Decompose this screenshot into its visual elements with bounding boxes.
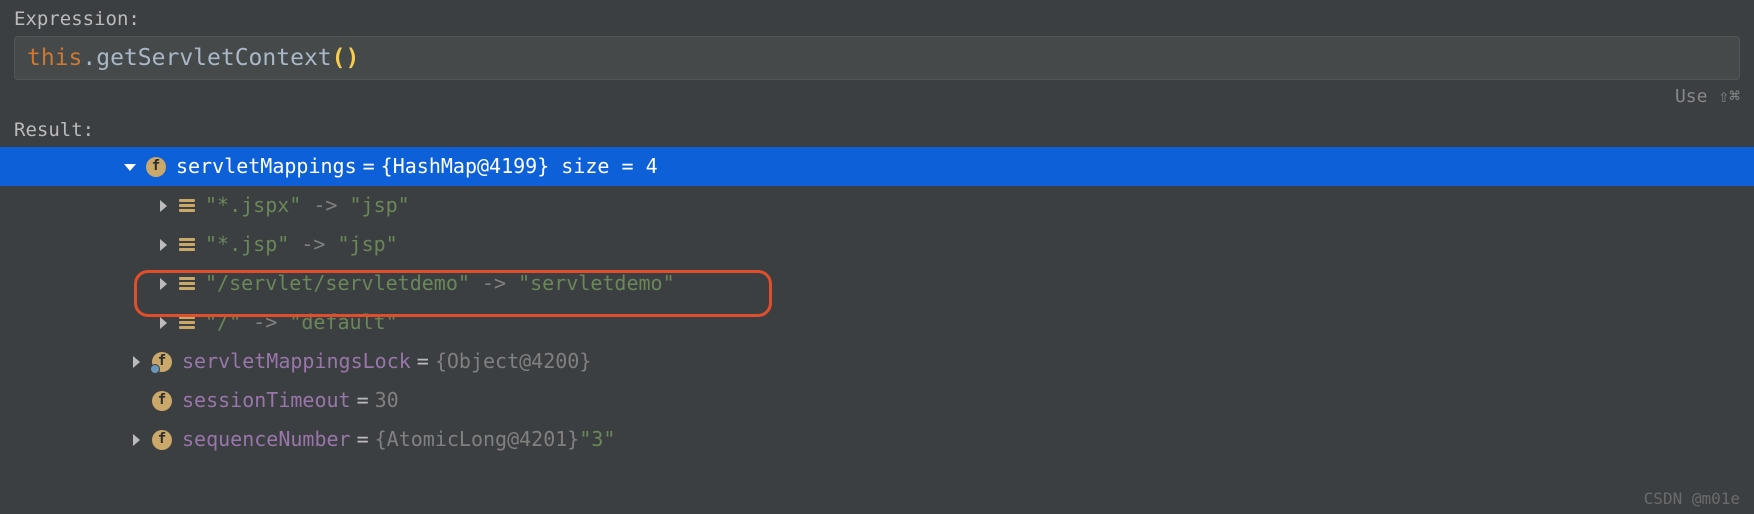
map-arrow: -> <box>241 305 289 340</box>
watermark: CSDN @m01e <box>1644 489 1740 508</box>
expand-arrow-icon[interactable] <box>128 432 144 448</box>
map-arrow: -> <box>470 266 518 301</box>
tree-node-mapping-highlighted[interactable]: "/servlet/servletdemo" -> "servletdemo" <box>0 264 1754 303</box>
field-value: {Object@4200} <box>435 344 592 379</box>
map-key: "/servlet/servletdemo" <box>205 266 470 301</box>
map-value: "default" <box>289 305 397 340</box>
expand-arrow-icon[interactable] <box>122 159 138 175</box>
field-name: sessionTimeout <box>182 383 351 418</box>
expand-arrow-icon[interactable] <box>155 198 171 214</box>
result-label: Result: <box>0 111 1754 147</box>
field-string-value: "3" <box>579 422 615 457</box>
tree-node-mapping[interactable]: "*.jsp" -> "jsp" <box>0 225 1754 264</box>
expression-label: Expression: <box>0 0 1754 36</box>
map-value: "jsp" <box>350 188 410 223</box>
expand-arrow-icon[interactable] <box>155 276 171 292</box>
map-key: "*.jsp" <box>205 227 289 262</box>
tree-node-mapping[interactable]: "/" -> "default" <box>0 303 1754 342</box>
field-value: 30 <box>375 383 399 418</box>
result-tree: f servletMappings = {HashMap@4199} size … <box>0 147 1754 459</box>
map-arrow: -> <box>289 227 337 262</box>
keyboard-hint: Use ⇧⌘ <box>0 80 1754 109</box>
expand-arrow-icon[interactable] <box>155 315 171 331</box>
map-key: "*.jspx" <box>205 188 301 223</box>
field-icon: f <box>152 430 172 450</box>
expr-keyword: this <box>27 45 82 71</box>
field-name: sequenceNumber <box>182 422 351 457</box>
map-arrow: -> <box>301 188 349 223</box>
tree-node-servlet-mappings[interactable]: f servletMappings = {HashMap@4199} size … <box>0 147 1754 186</box>
tree-node-mappings-lock[interactable]: f servletMappingsLock = {Object@4200} <box>0 342 1754 381</box>
map-entry-icon <box>179 238 195 251</box>
map-key: "/" <box>205 305 241 340</box>
field-icon: f <box>152 352 172 372</box>
map-value: "servletdemo" <box>518 266 675 301</box>
map-value: "jsp" <box>337 227 397 262</box>
equals-sign: = <box>357 422 369 457</box>
tree-node-session-timeout[interactable]: f sessionTimeout = 30 <box>0 381 1754 420</box>
expand-arrow-icon[interactable] <box>128 354 144 370</box>
map-entry-icon <box>179 316 195 329</box>
expand-arrow-icon[interactable] <box>155 237 171 253</box>
tree-node-mapping[interactable]: "*.jspx" -> "jsp" <box>0 186 1754 225</box>
equals-sign: = <box>357 383 369 418</box>
expr-parens: () <box>332 45 360 71</box>
field-name: servletMappings <box>176 149 357 184</box>
equals-sign: = <box>417 344 429 379</box>
field-icon: f <box>146 157 166 177</box>
field-value: {HashMap@4199} size = 4 <box>381 149 658 184</box>
map-entry-icon <box>179 277 195 290</box>
equals-sign: = <box>363 149 375 184</box>
expr-method: .getServletContext <box>82 45 331 71</box>
map-entry-icon <box>179 199 195 212</box>
field-name: servletMappingsLock <box>182 344 411 379</box>
field-value: {AtomicLong@4201} <box>375 422 580 457</box>
expression-input[interactable]: this.getServletContext() <box>14 36 1740 80</box>
field-icon: f <box>152 391 172 411</box>
tree-node-sequence-number[interactable]: f sequenceNumber = {AtomicLong@4201} "3" <box>0 420 1754 459</box>
